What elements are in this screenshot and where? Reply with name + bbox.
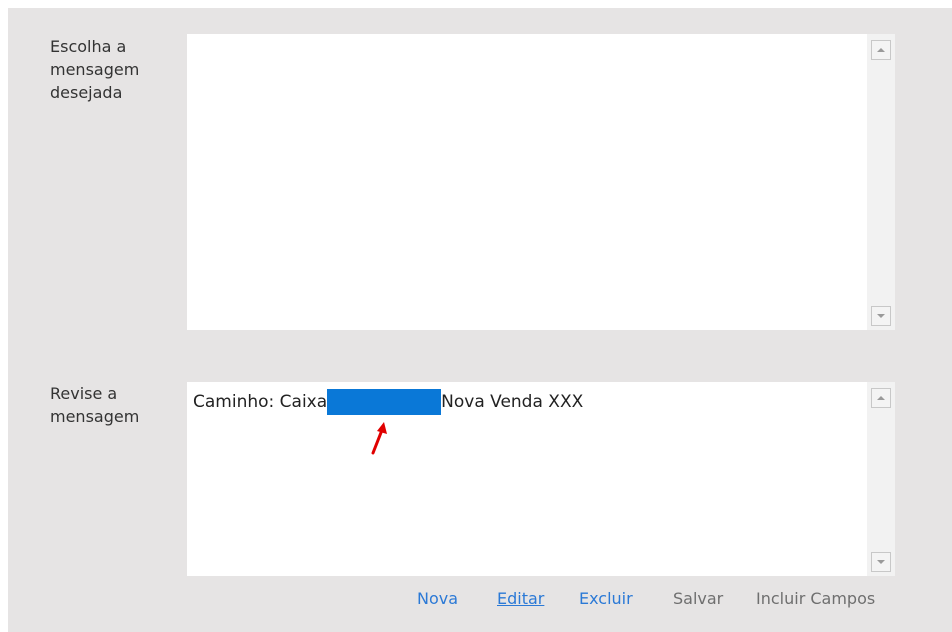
- incluir-campos-link[interactable]: Incluir Campos: [756, 588, 875, 610]
- message-list-scrollbar[interactable]: [867, 34, 895, 330]
- message-review-textarea[interactable]: Caminho: Caixa Nova Venda XXX: [187, 382, 895, 576]
- message-text-before: Caminho: Caixa: [193, 392, 328, 412]
- excluir-link[interactable]: Excluir: [579, 588, 633, 610]
- scroll-down-button[interactable]: [871, 306, 891, 326]
- nova-link[interactable]: Nova: [417, 588, 458, 610]
- editar-link[interactable]: Editar: [497, 588, 544, 610]
- annotation-arrow-icon: [371, 422, 387, 455]
- redaction-block: [327, 389, 442, 415]
- salvar-link[interactable]: Salvar: [673, 588, 723, 610]
- scroll-up-button[interactable]: [871, 388, 891, 408]
- message-list-box[interactable]: [187, 34, 895, 330]
- scroll-down-button[interactable]: [871, 552, 891, 572]
- scroll-up-button[interactable]: [871, 40, 891, 60]
- choose-message-label: Escolha a mensagem desejada: [50, 37, 140, 102]
- message-text: Caminho: Caixa Nova Venda XXX: [193, 389, 583, 415]
- chevron-up-icon: [877, 396, 885, 400]
- chevron-down-icon: [877, 560, 885, 564]
- action-links: Nova Editar Excluir Salvar Incluir Campo…: [8, 588, 952, 612]
- message-review-scrollbar[interactable]: [867, 382, 895, 576]
- message-panel: Escolha a mensagem desejada Revise a men…: [8, 8, 952, 632]
- chevron-down-icon: [877, 314, 885, 318]
- review-message-label: Revise a mensagem: [50, 384, 140, 426]
- chevron-up-icon: [877, 48, 885, 52]
- message-text-after: Nova Venda XXX: [441, 392, 584, 412]
